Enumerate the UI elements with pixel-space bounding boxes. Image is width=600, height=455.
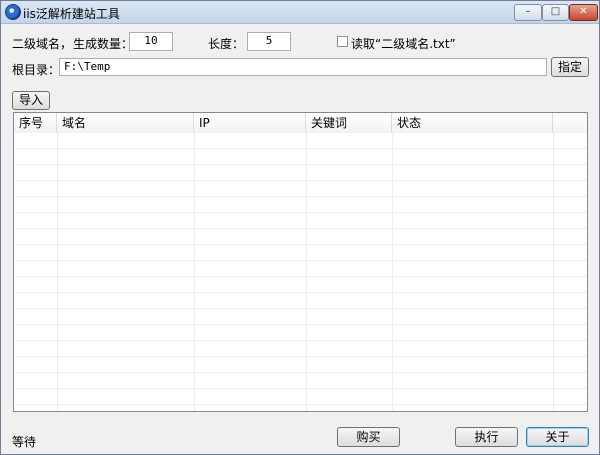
import-button[interactable]: 导入	[12, 91, 50, 110]
column-divider	[57, 133, 58, 411]
close-window-button[interactable]: ✕	[569, 4, 598, 21]
column-header-keyword[interactable]: 关键词	[306, 113, 392, 133]
maximize-button[interactable]: □	[542, 4, 569, 21]
buy-button[interactable]: 购买	[337, 427, 400, 447]
table-body	[14, 133, 587, 411]
read-file-checkbox[interactable]	[337, 36, 348, 47]
about-button[interactable]: 关于	[526, 427, 589, 447]
results-table[interactable]: 序号 域名 IP 关键词 状态	[13, 112, 588, 412]
status-text: 等待	[12, 435, 37, 449]
column-divider	[553, 133, 554, 411]
column-header-status[interactable]: 状态	[392, 113, 553, 133]
column-header-index[interactable]: 序号	[14, 113, 57, 133]
root-dir-input[interactable]: F:\Temp	[59, 58, 547, 76]
column-divider	[392, 133, 393, 411]
read-file-label: 读取“二级域名.txt”	[351, 37, 456, 51]
window-title: iis泛解析建站工具	[23, 7, 120, 21]
subdomain-label: 二级域名，	[12, 37, 73, 51]
length-input[interactable]: 5	[247, 32, 291, 51]
count-input[interactable]: 10	[129, 32, 173, 51]
column-header-domain[interactable]: 域名	[57, 113, 194, 133]
browse-button[interactable]: 指定	[551, 57, 589, 77]
table-header: 序号 域名 IP 关键词 状态	[14, 113, 587, 134]
column-divider	[306, 133, 307, 411]
title-bar[interactable]: iis泛解析建站工具 – □ ✕	[1, 1, 599, 24]
app-logo-icon	[5, 4, 21, 20]
column-divider	[194, 133, 195, 411]
app-window: iis泛解析建站工具 – □ ✕ 二级域名， 生成数量： 10 长度： 5 读取…	[0, 0, 600, 455]
count-label: 生成数量：	[73, 37, 134, 51]
length-label: 长度：	[208, 37, 245, 51]
column-header-ip[interactable]: IP	[194, 113, 306, 133]
root-dir-label: 根目录：	[12, 63, 61, 77]
column-header-spacer	[553, 113, 587, 133]
execute-button[interactable]: 执行	[455, 427, 518, 447]
minimize-button[interactable]: –	[514, 4, 542, 21]
